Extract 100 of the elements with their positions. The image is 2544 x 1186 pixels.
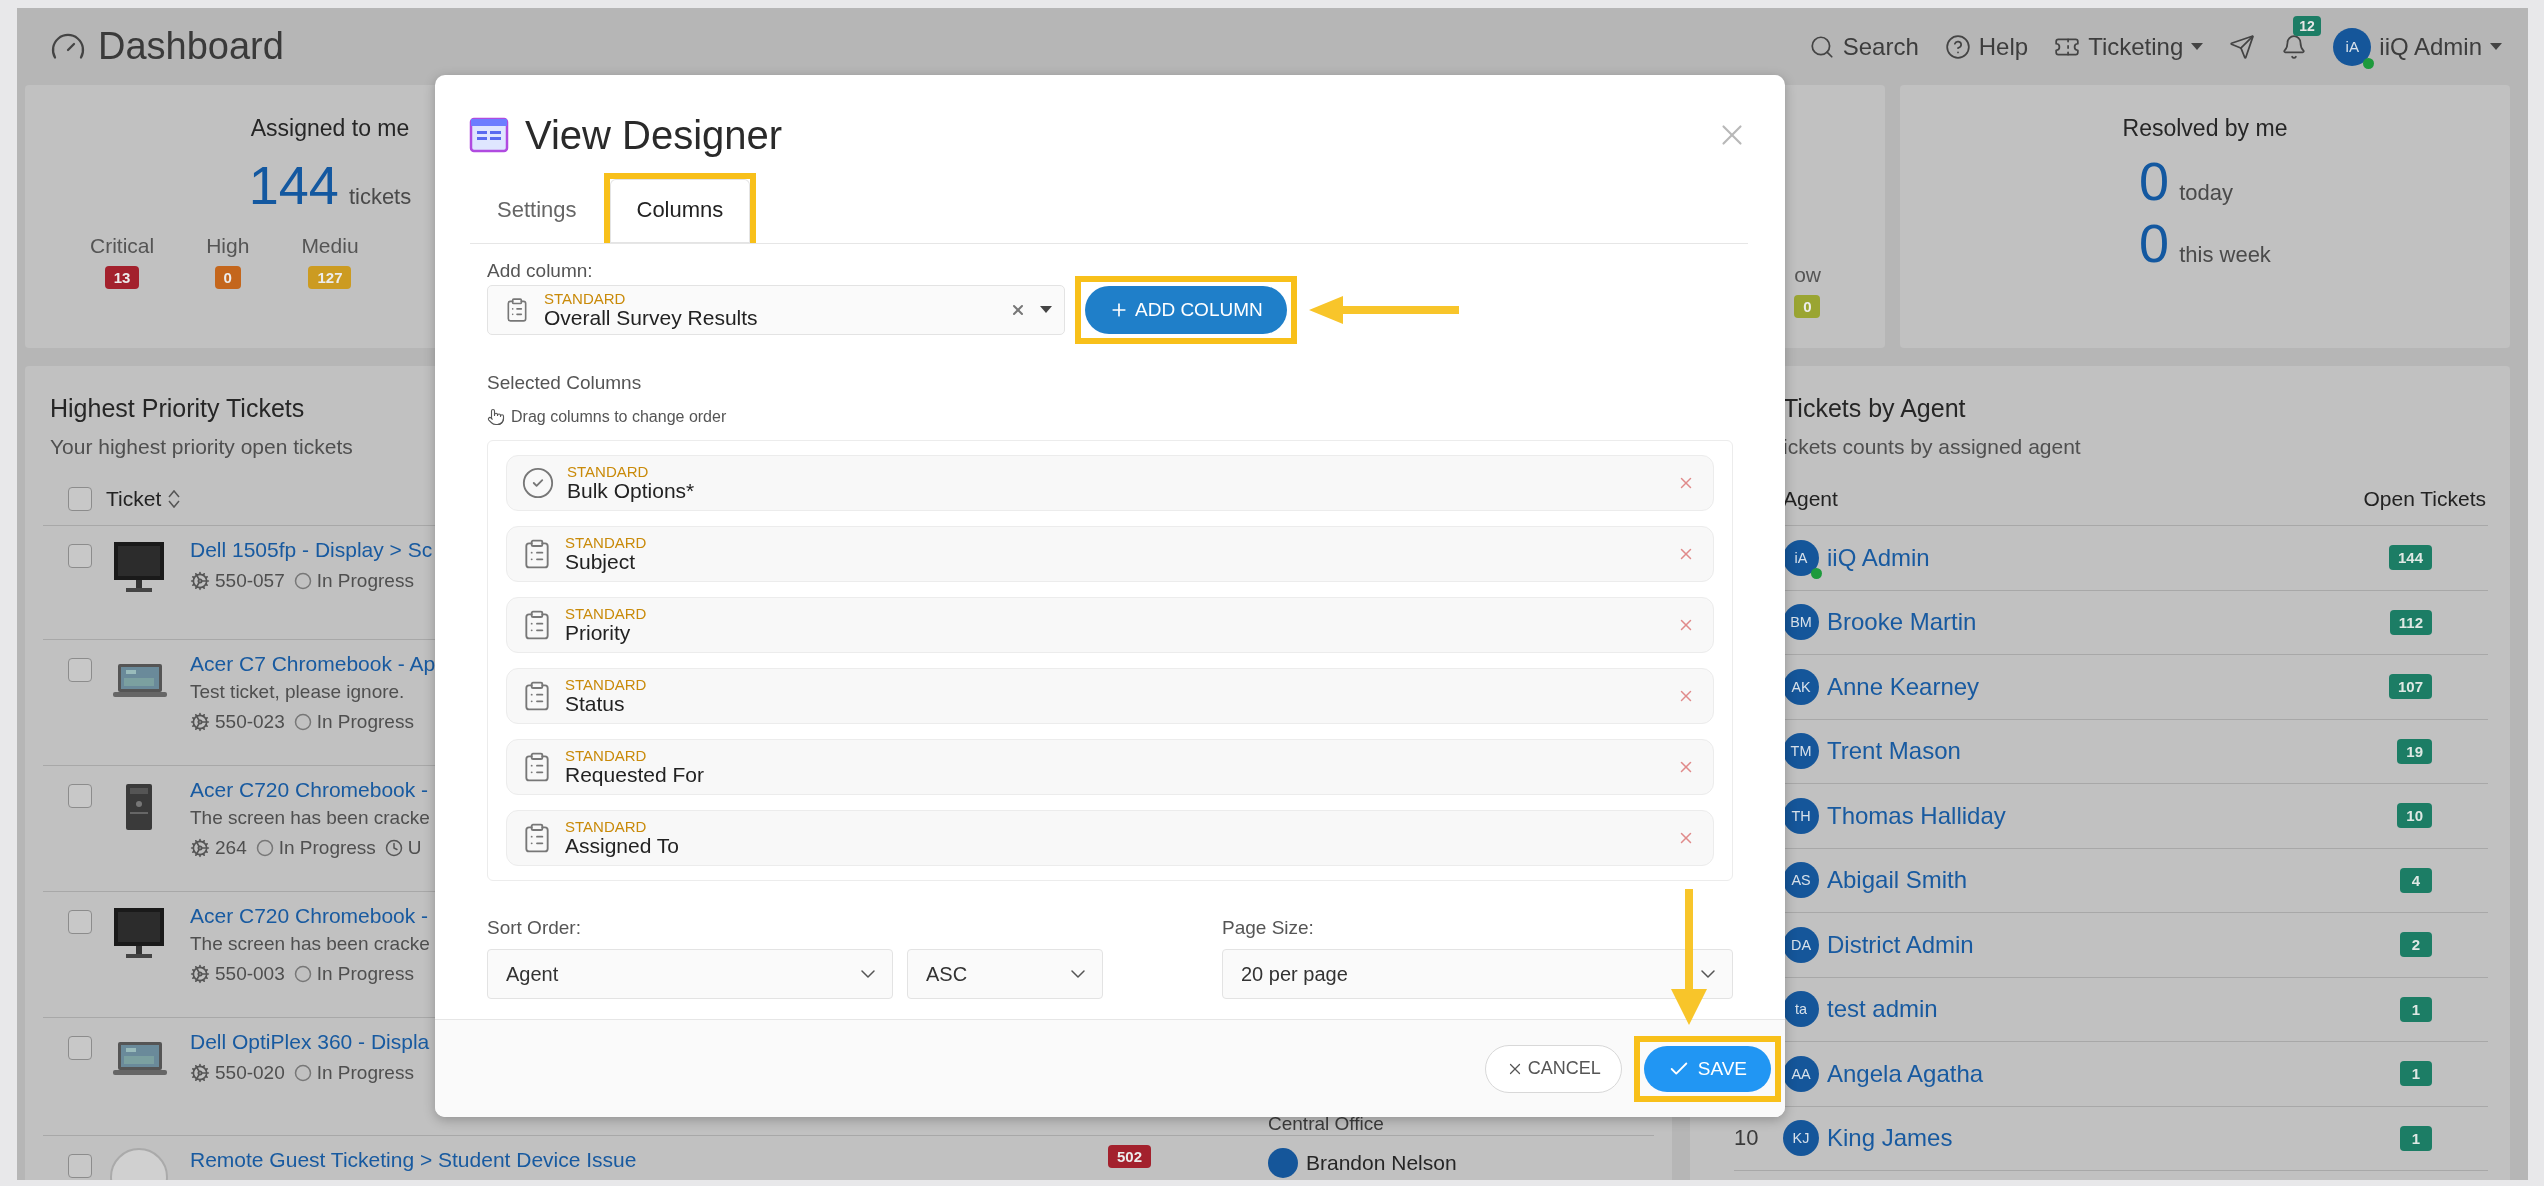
panel-title: Highest Priority Tickets xyxy=(50,394,305,423)
agent-link[interactable]: test admin xyxy=(1827,995,1938,1024)
agent-avatar: iA xyxy=(1783,539,1819,576)
nav-link[interactable]: Ticketing xyxy=(2088,32,2184,61)
column-item[interactable]: STANDARD Status xyxy=(506,668,1714,724)
card-title: Resolved by me xyxy=(2122,115,2288,142)
ticket-count-badge: 2 xyxy=(2400,932,2432,958)
agent-link[interactable]: King James xyxy=(1827,1124,1953,1153)
clock-icon xyxy=(384,839,403,857)
ticket-link[interactable]: Acer C720 Chromebook - xyxy=(190,904,429,928)
layout-icon xyxy=(469,117,509,153)
priority-label: Critical xyxy=(90,234,155,258)
ticket-link[interactable]: Dell 1505fp - Display > Sc xyxy=(190,538,433,562)
sort-direction-dropdown[interactable]: ASC xyxy=(907,949,1103,999)
nav-link[interactable]: Help xyxy=(1978,32,2029,61)
search-icon[interactable] xyxy=(1808,33,1835,60)
status-icon xyxy=(293,1064,312,1082)
user-name[interactable]: iiQ Admin xyxy=(2379,32,2482,61)
priority-count: 0 xyxy=(1794,295,1821,318)
notification-badge: 12 xyxy=(2293,15,2321,36)
user-avatar[interactable]: iA xyxy=(2333,27,2372,66)
checkbox[interactable] xyxy=(68,1036,92,1060)
tab[interactable]: Columns xyxy=(609,179,751,243)
column-category: STANDARD xyxy=(544,291,627,307)
agent-link[interactable]: Thomas Halliday xyxy=(1827,801,2006,830)
sort-icon[interactable] xyxy=(167,489,182,509)
bell-icon[interactable] xyxy=(2281,33,2308,60)
help-icon[interactable] xyxy=(1944,33,1971,60)
ticket-number: 550-003 xyxy=(215,963,285,985)
column-header[interactable]: Ticket xyxy=(106,487,162,511)
ticket-link[interactable]: Acer C7 Chromebook - Ap xyxy=(190,652,436,676)
column-item[interactable]: STANDARD Assigned To xyxy=(506,810,1714,866)
paper-plane-icon[interactable] xyxy=(2229,33,2256,60)
cancel-button[interactable]: CANCEL xyxy=(1484,1044,1622,1093)
checkbox[interactable] xyxy=(68,487,92,511)
agent-avatar: TH xyxy=(1783,797,1819,834)
checkbox[interactable] xyxy=(68,1154,92,1178)
agent-link[interactable]: Trent Mason xyxy=(1827,737,1961,766)
checkbox[interactable] xyxy=(68,784,92,808)
page-size-dropdown[interactable]: 20 per page xyxy=(1222,949,1733,999)
hint-text: Drag columns to change order xyxy=(511,408,727,426)
field-label: Sort Order: xyxy=(487,917,582,939)
tab[interactable]: Settings xyxy=(470,179,604,243)
ticket-link[interactable]: Acer C720 Chromebook - xyxy=(190,778,429,802)
column-category: STANDARD xyxy=(565,819,648,835)
location-text: Central Office xyxy=(1268,1113,1385,1135)
agent-link[interactable]: Anne Kearney xyxy=(1827,672,1980,701)
ticket-count-badge: 1 xyxy=(2400,996,2432,1022)
agent-link[interactable]: iiQ Admin xyxy=(1827,543,1930,572)
column-name: Bulk Options* xyxy=(567,479,695,502)
priority-count: 0 xyxy=(214,266,241,289)
agent-link[interactable]: Brooke Martin xyxy=(1827,608,1977,637)
column-category: STANDARD xyxy=(565,748,648,764)
ticket-count-badge: 4 xyxy=(2400,867,2432,893)
checkbox[interactable] xyxy=(68,544,92,568)
check-circle-icon xyxy=(521,466,555,500)
card-title: Assigned to me xyxy=(250,115,410,142)
resolved-count: 0 xyxy=(2139,150,2170,212)
priority-label: Mediu xyxy=(301,234,359,258)
agent-link[interactable]: Abigail Smith xyxy=(1827,866,1968,895)
ticket-link[interactable]: Dell OptiPlex 360 - Displa xyxy=(190,1030,430,1054)
agent-avatar: AA xyxy=(1783,1055,1819,1092)
agent-avatar: DA xyxy=(1783,926,1819,963)
resolved-count: 0 xyxy=(2139,212,2170,274)
nav-link[interactable]: Search xyxy=(1842,32,1919,61)
status-icon xyxy=(293,572,312,590)
checkbox[interactable] xyxy=(68,910,92,934)
status-icon xyxy=(255,839,274,857)
checkbox[interactable] xyxy=(68,658,92,682)
column-category: STANDARD xyxy=(565,677,647,693)
sort-field-dropdown[interactable]: Agent xyxy=(487,949,893,999)
column-item[interactable]: STANDARD Bulk Options* xyxy=(506,455,1714,511)
column-name: Status xyxy=(565,692,626,715)
ticket-number: 550-020 xyxy=(215,1062,285,1084)
save-button[interactable]: SAVE xyxy=(1643,1045,1771,1092)
ticket-number: 550-057 xyxy=(215,570,285,592)
count-unit: this week xyxy=(2179,242,2271,268)
agent-link[interactable]: District Admin xyxy=(1827,930,1974,959)
page-title: Dashboard xyxy=(98,25,284,68)
column-category: STANDARD xyxy=(565,535,647,551)
gear-icon xyxy=(190,1063,210,1083)
column-select[interactable]: STANDARD Overall Survey Results xyxy=(487,285,1065,335)
agent-link[interactable]: Angela Agatha xyxy=(1827,1059,1984,1088)
count-unit: tickets xyxy=(348,184,412,210)
column-item[interactable]: STANDARD Requested For xyxy=(506,739,1714,795)
caret-icon xyxy=(2490,42,2502,51)
column-name: Requested For xyxy=(565,763,704,786)
clear-icon[interactable] xyxy=(1010,302,1026,318)
ticket-count-badge: 10 xyxy=(2397,803,2432,829)
ticket-count-badge: 1 xyxy=(2400,1125,2432,1151)
agent-avatar xyxy=(1268,1148,1298,1178)
ticket-count-badge: 144 xyxy=(2388,545,2432,571)
ticket-link[interactable]: Remote Guest Ticketing > Student Device Issue xyxy=(190,1148,637,1172)
agent-avatar: BM xyxy=(1783,604,1819,641)
count-unit: today xyxy=(2179,180,2233,206)
ticket-status: In Progress xyxy=(316,1062,414,1084)
column-item[interactable]: STANDARD Subject xyxy=(506,526,1714,582)
ticket-number: 264 xyxy=(215,837,247,859)
add-column-button[interactable]: ADD COLUMN xyxy=(1085,286,1287,334)
column-item[interactable]: STANDARD Priority xyxy=(506,597,1714,653)
